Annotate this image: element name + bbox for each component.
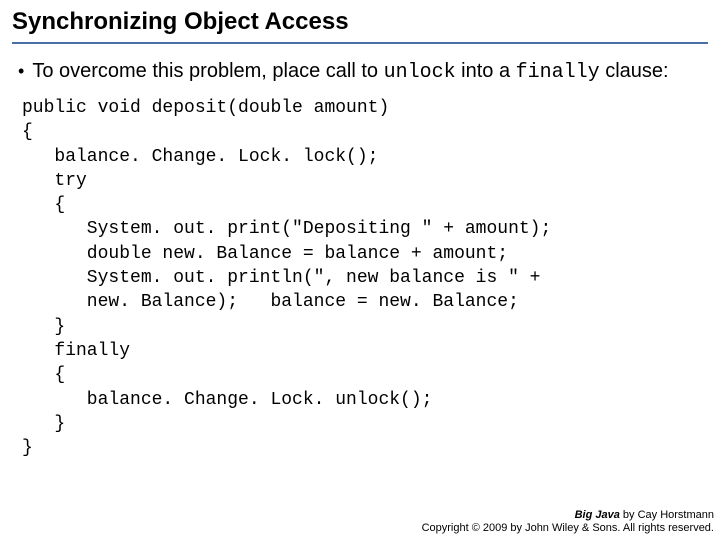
bullet-post: clause: [600, 60, 669, 82]
code-line: { [22, 193, 708, 217]
code-line: double new. Balance = balance + amount; [22, 242, 708, 266]
code-block: public void deposit(double amount){ bala… [22, 96, 708, 460]
code-line: } [22, 412, 708, 436]
bullet-mid: into a [456, 60, 516, 82]
code-line: public void deposit(double amount) [22, 96, 708, 120]
footer: Big Java by Cay Horstmann Copyright © 20… [422, 509, 714, 537]
bullet-text: To overcome this problem, place call to … [32, 58, 704, 86]
inline-code-finally: finally [516, 61, 600, 84]
code-line: System. out. println(", new balance is "… [22, 266, 708, 290]
bullet-pre: To overcome this problem, place call to [32, 60, 383, 82]
book-author: by Cay Horstmann [620, 509, 714, 521]
bullet-item: • To overcome this problem, place call t… [16, 58, 704, 86]
code-line: System. out. print("Depositing " + amoun… [22, 217, 708, 241]
code-line: try [22, 169, 708, 193]
slide-title: Synchronizing Object Access [12, 8, 708, 44]
code-line: balance. Change. Lock. lock(); [22, 145, 708, 169]
code-line: { [22, 363, 708, 387]
footer-line-1: Big Java by Cay Horstmann [422, 509, 714, 523]
book-title: Big Java [575, 509, 620, 521]
code-line: { [22, 120, 708, 144]
code-line: finally [22, 339, 708, 363]
slide: Synchronizing Object Access • To overcom… [0, 0, 720, 460]
code-line: } [22, 315, 708, 339]
bullet-dot: • [18, 58, 24, 86]
footer-line-2: Copyright © 2009 by John Wiley & Sons. A… [422, 522, 714, 536]
code-line: new. Balance); balance = new. Balance; [22, 290, 708, 314]
inline-code-unlock: unlock [384, 61, 456, 84]
code-line: balance. Change. Lock. unlock(); [22, 388, 708, 412]
code-line: } [22, 436, 708, 460]
